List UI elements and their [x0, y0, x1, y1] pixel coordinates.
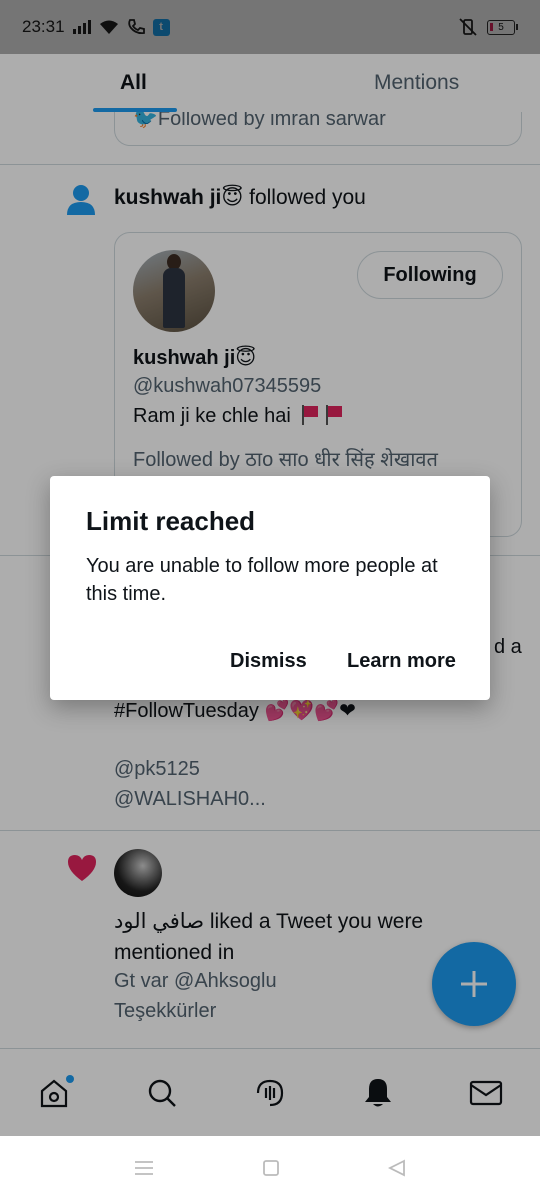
limit-reached-dialog: Limit reached You are unable to follow m…	[50, 476, 490, 700]
dialog-title: Limit reached	[86, 506, 256, 536]
dismiss-button[interactable]: Dismiss	[230, 650, 307, 673]
learn-more-button[interactable]: Learn more	[347, 650, 456, 673]
system-nav	[0, 1136, 540, 1200]
dialog-message: You are unable to follow more people at …	[86, 555, 438, 605]
menu-icon[interactable]	[133, 1159, 155, 1177]
home-square-icon[interactable]	[261, 1158, 281, 1178]
back-icon[interactable]	[387, 1158, 407, 1178]
